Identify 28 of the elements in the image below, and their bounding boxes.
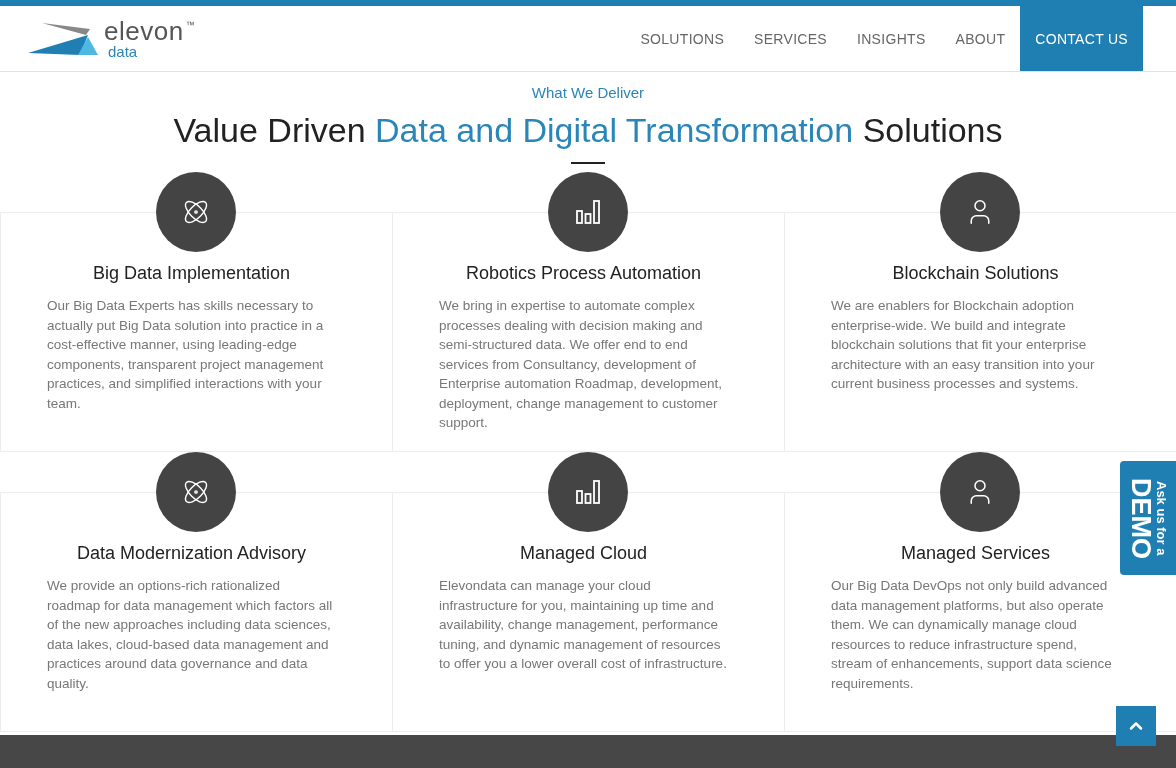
- section-eyebrow: What We Deliver: [531, 84, 645, 101]
- nav-link[interactable]: CONTACT US: [1020, 6, 1143, 71]
- logo-subtitle: data: [108, 44, 139, 59]
- card-title: Managed Cloud: [519, 543, 648, 564]
- logo-name: elevon: [104, 18, 184, 44]
- card-title: Blockchain Solutions: [892, 263, 1059, 284]
- atom-icon: [182, 198, 210, 226]
- nav-link[interactable]: ABOUT: [940, 6, 1021, 71]
- bar-chart-icon: [575, 199, 601, 225]
- card-title: Managed Services: [900, 543, 1051, 564]
- card-title: Data Modernization Advisory: [76, 543, 307, 564]
- nav-link[interactable]: SERVICES: [739, 6, 842, 71]
- trademark: ™: [185, 20, 195, 30]
- card-text: Our Big Data DevOps not only build advanced data management platforms, but also operate them. We can dynamically manage cloud resources to reduce infrastructure spend, stream of enhancements, support data science requirements.: [831, 577, 1113, 693]
- card-text: Our Big Data Experts has skills necessary to actually put Big Data solution into practice in a cost-effective manner, using leading-edge components, transparent project management practices, and simplified interactions with your team.: [47, 297, 325, 413]
- scroll-top-button[interactable]: [1116, 706, 1156, 746]
- card-title: Robotics Process Automation: [465, 263, 702, 284]
- section-title: Value Driven Data and Digital Transformation Solutions: [173, 111, 1003, 150]
- atom-icon: [182, 478, 210, 506]
- nav-link[interactable]: INSIGHTS: [842, 6, 941, 71]
- bar-chart-icon: [575, 479, 601, 505]
- card-text: We are enablers for Blockchain adoption enterprise-wide. We build and integrate blockchain solutions that fit your enterprise architecture with an easy transition into your current business processes and systems.: [831, 297, 1096, 393]
- card-text: Elevondata can manage your cloud infrastructure for you, maintaining up time and availability, change management, performance tuning, and dynamic management of resources to offer you a lower overall cost of infrastructure.: [439, 577, 728, 673]
- demo-tab[interactable]: Ask us for a DEMO: [1120, 461, 1176, 575]
- card-text: We provide an options-rich rationalized roadmap for data management which factors all of the new approaches including data sciences, data lakes, cloud-based data management and practices around data governance and data quality.: [47, 577, 334, 693]
- card-title: Big Data Implementation: [92, 263, 291, 284]
- card-text: We bring in expertise to automate complex processes dealing with decision making and semi-structured data. We offer end to end services from Consultancy, development of Enterprise automation Roadmap, development, deployment, change management to customer support.: [439, 297, 723, 432]
- nav-link[interactable]: SOLUTIONS: [625, 6, 740, 71]
